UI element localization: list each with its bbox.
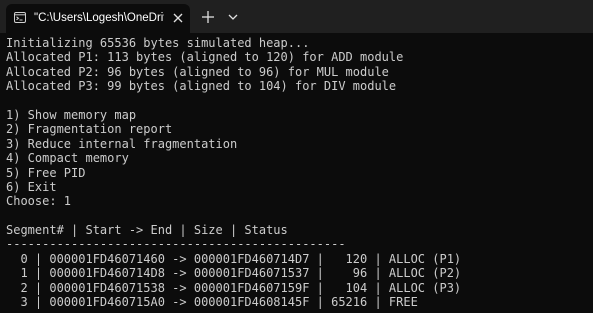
console-output[interactable]: Initializing 65536 bytes simulated heap.… (6, 36, 591, 313)
title-bar: "C:\Users\Logesh\OneDrive\D (0, 0, 593, 33)
chevron-down-icon[interactable] (226, 11, 240, 23)
console-line: 3) Reduce internal fragmentation (6, 136, 238, 151)
plus-icon[interactable] (200, 9, 216, 25)
close-icon[interactable] (171, 11, 185, 25)
console-line: Segment# | Start -> End | Size | Status (6, 223, 288, 238)
console-line: ----------------------------------------… (6, 237, 346, 252)
console-line: Choose: 1 (6, 194, 72, 209)
console-line: Initializing 65536 bytes simulated heap.… (6, 36, 310, 50)
console-line: Allocated P1: 113 bytes (aligned to 120)… (6, 50, 404, 65)
terminal-tab[interactable]: "C:\Users\Logesh\OneDrive\D (6, 4, 190, 33)
console-line: Allocated P2: 96 bytes (aligned to 96) f… (6, 64, 389, 79)
console-line: Allocated P3: 99 bytes (aligned to 104) … (6, 79, 397, 94)
console-line: 1 | 000001FD460714D8 -> 000001FD46071537… (6, 266, 462, 281)
console-line: 1) Show memory map (6, 107, 137, 122)
console-line: 2 | 000001FD46071538 -> 000001FD4607159F… (6, 280, 462, 295)
console-line: 6) Exit (6, 179, 57, 194)
console-line: 3 | 000001FD460715A0 -> 000001FD4608145F… (6, 295, 418, 310)
console-line: 4) Compact memory (6, 151, 129, 166)
tab-title: "C:\Users\Logesh\OneDrive\D (34, 12, 164, 24)
console-line: 2) Fragmentation report (6, 122, 173, 137)
console-line: 0 | 000001FD46071460 -> 000001FD460714D7… (6, 251, 462, 266)
terminal-window: "C:\Users\Logesh\OneDrive\D Initializing… (0, 0, 593, 313)
terminal-icon (14, 12, 26, 23)
console-line: 5) Free PID (6, 165, 86, 180)
